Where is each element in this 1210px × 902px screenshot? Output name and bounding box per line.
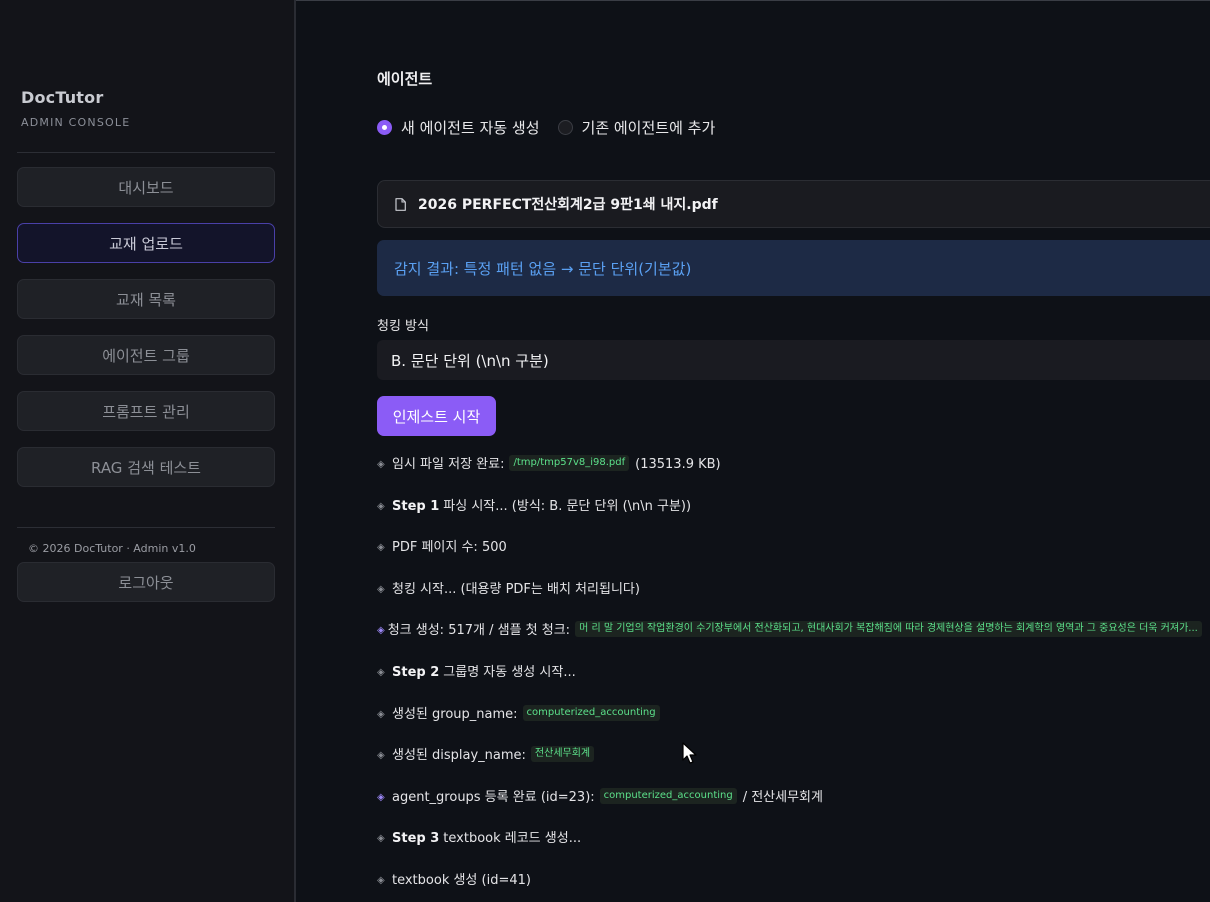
nav-dashboard-button[interactable]: 대시보드: [17, 167, 275, 207]
main-content: 에이전트 새 에이전트 자동 생성 기존 에이전트에 추가 2026 PERFE…: [298, 0, 1210, 902]
ingest-start-button[interactable]: 인제스트 시작: [377, 396, 496, 436]
log-line: ◈ 청크 생성: 517개 / 샘플 첫 청크: 머 리 말 기업의 작업환경이…: [377, 621, 1207, 663]
logout-wrapper: 로그아웃: [17, 562, 275, 618]
diamond-icon: ◈: [377, 666, 385, 678]
log-code: computerized_accounting: [522, 704, 660, 721]
app-window: DocTutor ADMIN CONSOLE 대시보드 교재 업로드 교재 목록…: [0, 0, 1210, 902]
file-name: 2026 PERFECT전산회계2급 9판1쇄 내지.pdf: [418, 197, 718, 213]
mouse-cursor-icon: [682, 742, 697, 764]
log-code: computerized_accounting: [599, 787, 737, 804]
log-line: ◈ Step 1 파싱 시작... (방식: B. 문단 단위 (\n\n 구분…: [377, 497, 1207, 539]
log-text: 생성된 display_name:: [392, 748, 526, 764]
sidebar-divider: [17, 527, 275, 528]
chunking-method-value: B. 문단 단위 (\n\n 구분): [391, 351, 549, 370]
detect-info-text: 감지 결과: 특정 패턴 없음 → 문단 단위(기본값): [394, 259, 692, 278]
ingest-log: ◈ 임시 파일 저장 완료: /tmp/tmp57v8_i98.pdf (135…: [377, 455, 1207, 902]
diamond-icon: ◈: [377, 874, 385, 886]
log-line: ◈ Step 3 textbook 레코드 생성...: [377, 829, 1207, 871]
radio-label: 기존 에이전트에 추가: [581, 119, 716, 137]
log-after: (13513.9 KB): [635, 457, 721, 472]
log-line: ◈ 생성된 group_name: computerized_accountin…: [377, 704, 1207, 747]
log-step: Step 2: [392, 664, 440, 680]
nav-rag-search-test-button[interactable]: RAG 검색 테스트: [17, 447, 275, 487]
log-text: textbook 생성 (id=41): [392, 872, 531, 888]
radio-existing-agent[interactable]: 기존 에이전트에 추가: [557, 117, 716, 138]
log-text: PDF 페이지 수: 500: [392, 540, 507, 556]
log-line: ◈ 임시 파일 저장 완료: /tmp/tmp57v8_i98.pdf (135…: [377, 455, 1207, 497]
detect-info-alert: 감지 결과: 특정 패턴 없음 → 문단 단위(기본값): [377, 240, 1210, 296]
log-line: ◈ Step 2 그룹명 자동 생성 시작...: [377, 663, 1207, 705]
log-text: agent_groups 등록 완료 (id=23):: [392, 789, 595, 805]
log-text: 청킹 시작... (대용량 PDF는 배치 처리됩니다): [392, 581, 640, 597]
radio-label: 새 에이전트 자동 생성: [401, 119, 540, 137]
log-code: /tmp/tmp57v8_i98.pdf: [509, 455, 630, 471]
uploaded-file: 2026 PERFECT전산회계2급 9판1쇄 내지.pdf: [377, 180, 1210, 228]
diamond-icon: ◈: [377, 500, 385, 512]
log-line: ◈ 생성된 display_name: 전산세무회계: [377, 746, 1207, 788]
nav-prompt-management-button[interactable]: 프롬프트 관리: [17, 391, 275, 431]
nav-textbook-list-button[interactable]: 교재 목록: [17, 279, 275, 319]
brand-title: DocTutor: [21, 88, 104, 107]
file-icon: [395, 197, 406, 211]
sidebar-footer: © 2026 DocTutor · Admin v1.0: [28, 542, 196, 555]
radio-checked-icon[interactable]: [377, 120, 392, 135]
sidebar: DocTutor ADMIN CONSOLE 대시보드 교재 업로드 교재 목록…: [0, 0, 296, 902]
agent-mode-radio-group: 새 에이전트 자동 생성 기존 에이전트에 추가: [377, 117, 733, 138]
radio-new-agent[interactable]: 새 에이전트 자동 생성: [377, 117, 540, 138]
log-text: 청크 생성: 517개 / 샘플 첫 청크:: [387, 623, 571, 639]
nav-textbook-upload-button[interactable]: 교재 업로드: [17, 223, 275, 263]
brand-subtitle: ADMIN CONSOLE: [21, 116, 131, 129]
sidebar-divider: [17, 152, 275, 153]
log-line: ◈ 청킹 시작... (대용량 PDF는 배치 처리됩니다): [377, 580, 1207, 622]
log-step: Step 3: [392, 831, 440, 847]
log-line: ◈ PDF 페이지 수: 500: [377, 538, 1207, 580]
chunking-method-select[interactable]: B. 문단 단위 (\n\n 구분): [377, 340, 1210, 380]
diamond-icon: ◈: [377, 750, 385, 762]
diamond-icon: ◈: [377, 542, 385, 554]
diamond-icon: ◈: [377, 625, 385, 637]
diamond-icon: ◈: [377, 833, 385, 845]
logout-button[interactable]: 로그아웃: [17, 562, 275, 602]
log-text: 임시 파일 저장 완료:: [392, 457, 505, 472]
log-line: ◈ agent_groups 등록 완료 (id=23): computeriz…: [377, 787, 1207, 830]
sidebar-nav: 대시보드 교재 업로드 교재 목록 에이전트 그룹 프롬프트 관리 RAG 검색…: [17, 167, 275, 503]
log-text: 생성된 group_name:: [392, 706, 518, 722]
log-code: 전산세무회계: [530, 746, 595, 763]
diamond-icon: ◈: [377, 708, 385, 720]
brand: DocTutor ADMIN CONSOLE: [21, 88, 130, 129]
nav-agent-groups-button[interactable]: 에이전트 그룹: [17, 335, 275, 375]
diamond-icon: ◈: [377, 459, 385, 470]
log-line: ◈ textbook 생성 (id=41): [377, 871, 1207, 902]
log-after: / 전산세무회계: [742, 789, 823, 805]
radio-unchecked-icon[interactable]: [557, 120, 573, 135]
log-text: textbook 레코드 생성...: [443, 831, 582, 847]
chunking-method-label: 청킹 방식: [377, 319, 429, 334]
log-text: 그룹명 자동 생성 시작...: [443, 664, 576, 680]
log-text: 파싱 시작... (방식: B. 문단 단위 (\n\n 구분)): [443, 498, 692, 514]
log-step: Step 1: [392, 498, 440, 514]
section-title: 에이전트: [377, 70, 433, 88]
diamond-icon: ◈: [377, 791, 385, 803]
log-code: 머 리 말 기업의 작업환경이 수기장부에서 전산화되고, 현대사회가 복잡해짐…: [575, 621, 1202, 638]
diamond-icon: ◈: [377, 583, 385, 595]
